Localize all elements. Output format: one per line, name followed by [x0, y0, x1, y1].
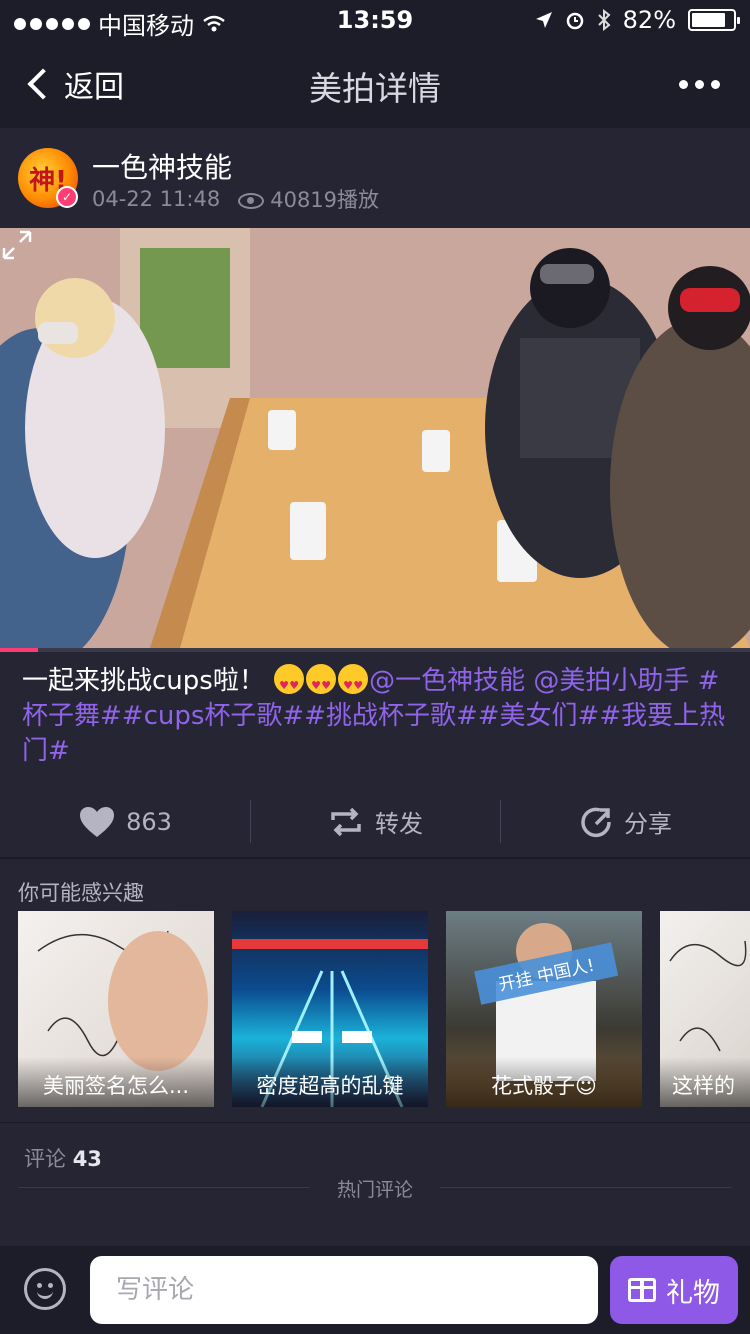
repost-icon: [331, 807, 361, 836]
action-bar: 863 转发 分享: [0, 786, 750, 858]
battery-percent: 82%: [622, 6, 676, 34]
emoji-icon[interactable]: [24, 1268, 66, 1310]
comment-input[interactable]: [90, 1256, 598, 1324]
alarm-icon: [566, 12, 583, 30]
hot-comments-divider: 热门评论: [0, 1175, 750, 1202]
like-button[interactable]: 863: [0, 786, 250, 857]
comments-section: 评论 43 热门评论: [0, 1122, 750, 1252]
battery-icon: [688, 9, 740, 31]
share-label: 分享: [624, 810, 672, 838]
gift-icon: [628, 1278, 656, 1302]
repost-label: 转发: [375, 810, 423, 838]
fullscreen-icon[interactable]: [0, 228, 34, 262]
heart-eyes-emoji: [274, 664, 305, 703]
status-bar: 中国移动 13:59 82%: [0, 0, 750, 40]
comments-count: 43: [72, 1147, 102, 1171]
post-date: 04-22 11:48: [92, 187, 221, 211]
video-player[interactable]: [0, 228, 750, 648]
gift-button[interactable]: 礼物: [610, 1256, 738, 1324]
recommend-item[interactable]: 美丽签名怎么...: [18, 911, 214, 1107]
recommend-label: 密度超高的乱键: [232, 1057, 428, 1107]
heart-eyes-emoji: [306, 664, 337, 703]
recommendations-title: 你可能感兴趣: [18, 881, 144, 905]
eye-icon: [238, 193, 265, 209]
comments-label: 评论: [24, 1147, 66, 1171]
play-count: 40819播放: [270, 188, 380, 212]
gift-label: 礼物: [666, 1277, 720, 1309]
recommend-item[interactable]: 开挂 中国人! 花式骰子☺: [446, 911, 642, 1107]
recommend-item[interactable]: 这样的字: [660, 911, 750, 1107]
recommendations: 你可能感兴趣 美丽签名怎么... 密度超高的乱键 开挂 中国人! 花式骰子☺ 这…: [0, 858, 750, 1122]
page-title: 美拍详情: [309, 69, 441, 108]
recommend-label: 美丽签名怎么...: [18, 1057, 214, 1107]
share-icon: [581, 807, 611, 837]
video-frame: [0, 228, 750, 648]
location-icon: [535, 12, 552, 28]
heart-icon: [80, 806, 115, 837]
author-name[interactable]: 一色神技能: [92, 146, 232, 186]
recommend-label: 这样的字: [660, 1057, 750, 1107]
nav-bar: 返回 美拍详情: [0, 40, 750, 128]
recommend-label: 花式骰子☺: [446, 1057, 642, 1107]
post-caption: 一起来挑战cups啦！ @一色神技能 @美拍小助手 #杯子舞##cups杯子歌#…: [22, 664, 732, 769]
caption-text: 一起来挑战cups啦！: [22, 666, 265, 696]
author-header: 神! ✓ 一色神技能 04-22 11:48 40819播放: [0, 128, 750, 228]
heart-eyes-emoji: [338, 664, 369, 703]
verified-icon: ✓: [56, 186, 78, 208]
more-button[interactable]: [679, 80, 720, 89]
recommend-item[interactable]: 密度超高的乱键: [232, 911, 428, 1107]
repost-button[interactable]: 转发: [250, 786, 500, 857]
bottom-bar: 礼物: [0, 1246, 750, 1334]
like-count: 863: [126, 807, 172, 836]
video-progress-bar[interactable]: [0, 648, 750, 652]
share-button[interactable]: 分享: [500, 786, 750, 857]
bluetooth-icon: [597, 9, 611, 31]
